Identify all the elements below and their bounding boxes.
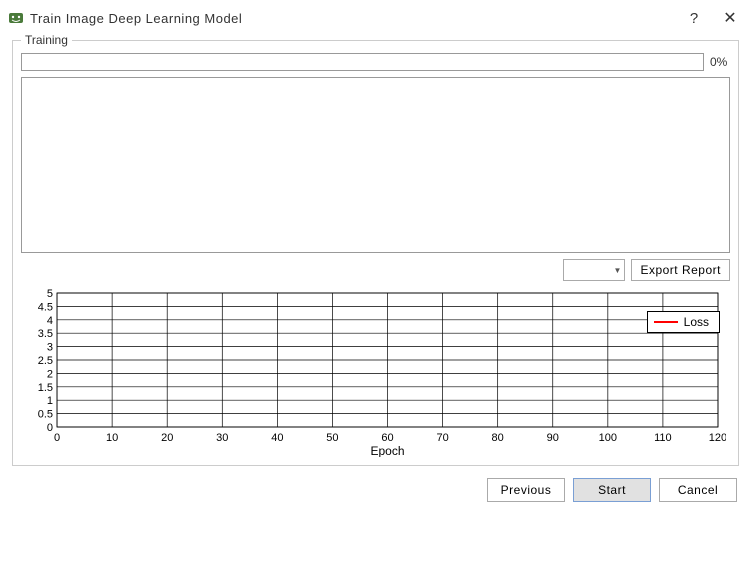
svg-text:3: 3 [47, 342, 53, 354]
svg-text:1.5: 1.5 [38, 382, 53, 394]
svg-text:100: 100 [599, 432, 617, 444]
progress-row: 0% [21, 53, 730, 71]
title-controls: ? ✕ [685, 8, 739, 28]
chart-legend: Loss [647, 311, 720, 333]
svg-text:4: 4 [47, 315, 53, 327]
titlebar: Train Image Deep Learning Model ? ✕ [0, 0, 751, 34]
loss-chart: 00.511.522.533.544.550102030405060708090… [21, 289, 730, 457]
chevron-down-icon: ▼ [614, 266, 622, 275]
svg-text:Epoch: Epoch [370, 444, 404, 457]
progress-percent: 0% [710, 55, 730, 69]
svg-text:90: 90 [547, 432, 559, 444]
svg-text:0.5: 0.5 [38, 409, 53, 421]
export-report-button[interactable]: Export Report [631, 259, 730, 281]
svg-text:120: 120 [709, 432, 726, 444]
svg-text:1: 1 [47, 395, 53, 407]
svg-text:0: 0 [54, 432, 60, 444]
start-button[interactable]: Start [573, 478, 651, 502]
svg-text:0: 0 [47, 422, 53, 434]
export-row: ▼ Export Report [21, 259, 730, 281]
dialog-footer: Previous Start Cancel [0, 466, 751, 514]
close-icon[interactable]: ✕ [721, 8, 739, 28]
svg-text:30: 30 [216, 432, 228, 444]
svg-text:4.5: 4.5 [38, 301, 53, 313]
help-icon[interactable]: ? [685, 10, 703, 27]
svg-text:2.5: 2.5 [38, 355, 53, 367]
log-output[interactable] [21, 77, 730, 253]
svg-text:5: 5 [47, 289, 53, 300]
svg-text:80: 80 [492, 432, 504, 444]
training-group: Training 0% ▼ Export Report 00.511.522.5… [12, 40, 739, 466]
legend-line-icon [654, 321, 678, 323]
cancel-button[interactable]: Cancel [659, 478, 737, 502]
app-icon [8, 10, 24, 26]
svg-text:3.5: 3.5 [38, 328, 53, 340]
previous-button[interactable]: Previous [487, 478, 565, 502]
svg-text:110: 110 [654, 432, 672, 444]
svg-text:50: 50 [326, 432, 338, 444]
svg-text:10: 10 [106, 432, 118, 444]
training-legend: Training [21, 33, 72, 47]
svg-text:20: 20 [161, 432, 173, 444]
svg-text:70: 70 [436, 432, 448, 444]
svg-text:60: 60 [381, 432, 393, 444]
legend-label: Loss [684, 315, 709, 329]
svg-text:40: 40 [271, 432, 283, 444]
window-title: Train Image Deep Learning Model [30, 11, 679, 26]
svg-text:2: 2 [47, 368, 53, 380]
progress-bar [21, 53, 704, 71]
export-format-dropdown[interactable]: ▼ [563, 259, 625, 281]
